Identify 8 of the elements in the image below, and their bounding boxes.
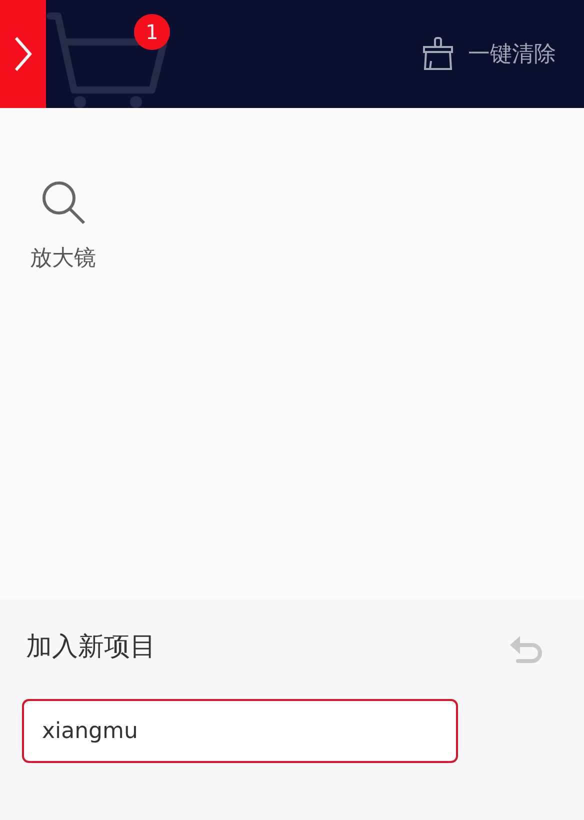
cart-badge: 1 xyxy=(134,14,170,50)
panel-title: 加入新项目 xyxy=(25,631,156,664)
expand-button[interactable] xyxy=(0,0,46,108)
tool-item[interactable]: 放大镜 xyxy=(30,178,96,275)
input-field[interactable]: xiangmu xyxy=(22,699,458,763)
broom-icon xyxy=(422,37,454,71)
clear-all-button[interactable]: 一键清除 xyxy=(422,0,584,108)
chevron-right-icon xyxy=(12,35,34,73)
